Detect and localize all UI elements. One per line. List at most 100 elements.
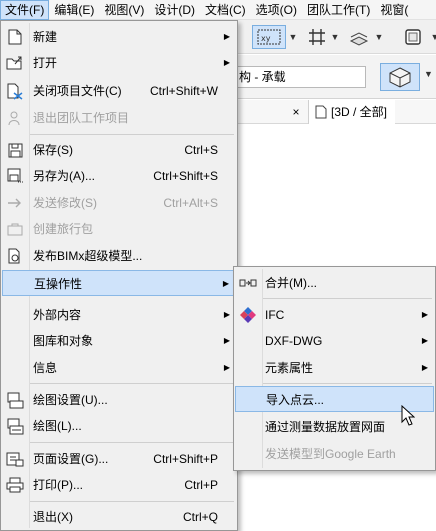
menu-item-label: 绘图(L)... [33,419,82,433]
info-box: 构 - 承载 ▼ [236,55,436,99]
menu-item-element-properties[interactable]: 元素属性 ▶ [235,355,434,381]
menu-item-label: 信息 [33,361,58,375]
menu-item-save-as[interactable]: 另存为(A)... Ctrl+Shift+S [2,163,236,189]
new-file-icon [6,28,24,46]
submenu-arrow-icon: ▶ [223,32,230,41]
menu-item-new[interactable]: 新建 ▶ [2,24,236,50]
send-arrow-icon [6,194,24,212]
view-frame-icon[interactable] [400,25,426,49]
menu-document[interactable]: 文档(C) [200,0,251,20]
menu-item-send-changes: 发送修改(S) Ctrl+Alt+S [2,190,236,216]
submenu-arrow-icon: ▶ [223,336,230,345]
menu-item-label: 保存(S) [33,143,73,157]
menu-options[interactable]: 选项(O) [251,0,302,20]
menu-item-page-setup[interactable]: 页面设置(G)... Ctrl+Shift+P [2,446,236,472]
menu-item-label: DXF-DWG [265,334,323,348]
submenu-arrow-icon: ▶ [421,310,428,319]
menu-item-label: 退出(X) [33,510,73,524]
submenu-arrow-icon: ▶ [223,363,230,372]
menu-item-label: 打开 [33,56,58,70]
menu-edit[interactable]: 编辑(E) [49,0,99,20]
bimx-icon [6,247,24,265]
menu-window[interactable]: 视窗( [375,0,413,20]
grid-snap-button[interactable]: xy [252,25,286,49]
menu-item-label: 绘图设置(U)... [33,393,108,407]
menu-item-label: 发送修改(S) [33,196,97,210]
menu-item-close-project[interactable]: 关闭项目文件(C) Ctrl+Shift+W [2,78,236,104]
menu-item-send-to-google-earth: 发送模型到Google Earth [235,441,434,467]
3d-view-button[interactable] [380,63,420,91]
menu-item-label: 互操作性 [34,277,83,291]
teamwork-icon [6,109,24,127]
menu-separator [30,442,234,443]
plotter-setup-icon [6,391,24,409]
menu-item-create-travel-pack: 创建旅行包 [2,216,236,242]
save-as-icon [6,167,24,185]
menu-item-plot-setup[interactable]: 绘图设置(U)... [2,387,236,413]
menu-bar: 文件(F) 编辑(E) 视图(V) 设计(D) 文档(C) 选项(O) 团队工作… [0,0,436,20]
menu-separator [30,501,234,502]
toolbar: xy ▼ ▼ ▼ ▼ [236,20,436,54]
grid-xy-icon: xy [257,29,281,45]
menu-item-interoperability[interactable]: 互操作性 ▶ [2,270,236,296]
menu-item-libraries-objects[interactable]: 图库和对象 ▶ [2,328,236,354]
menu-item-label: 外部内容 [33,308,82,322]
submenu-arrow-icon: ▶ [421,336,428,345]
printer-icon [6,476,24,494]
layer-stack-icon[interactable] [346,25,372,49]
open-folder-icon [6,54,24,72]
chevron-down-icon[interactable]: ▼ [330,25,340,49]
menu-item-shortcut: Ctrl+Shift+P [153,452,218,466]
merge-icon [239,274,257,292]
menu-item-label: 图库和对象 [33,334,94,348]
menu-separator [30,134,234,135]
menu-item-plot[interactable]: 绘图(L)... [2,413,236,439]
menu-item-exit[interactable]: 退出(X) Ctrl+Q [2,504,236,530]
menu-item-dxf-dwg[interactable]: DXF-DWG ▶ [235,328,434,354]
menu-item-leave-teamwork: 退出团队工作项目 [2,105,236,131]
menu-separator [30,383,234,384]
menu-item-ifc[interactable]: IFC ▶ [235,302,434,328]
menu-item-info[interactable]: 信息 ▶ [2,355,236,381]
menu-item-shortcut: Ctrl+Q [182,510,218,524]
snap-grid-icon[interactable] [304,25,330,49]
menu-item-shortcut: Ctrl+S [184,143,218,157]
menu-design[interactable]: 设计(D) [149,0,200,20]
menu-item-label: 元素属性 [265,361,314,375]
menu-item-label: 合并(M)... [265,276,317,290]
interoperability-submenu: 合并(M)... IFC ▶ DXF-DWG ▶ 元素属性 ▶ 导入点云... … [233,266,436,471]
tab-3d-view[interactable]: [3D / 全部] [308,100,396,124]
save-icon [6,141,24,159]
submenu-arrow-icon: ▶ [421,363,428,372]
close-icon[interactable]: × [288,100,304,124]
menu-item-label: 发送模型到Google Earth [265,447,396,461]
menu-item-external-content[interactable]: 外部内容 ▶ [2,302,236,328]
submenu-arrow-icon: ▶ [223,310,230,319]
menu-item-open[interactable]: 打开 ▶ [2,50,236,76]
menu-file[interactable]: 文件(F) [0,0,50,20]
menu-item-label: 发布BIMx超级模型... [33,249,143,263]
chevron-down-icon[interactable]: ▼ [430,25,436,49]
menu-item-save[interactable]: 保存(S) Ctrl+S [2,137,236,163]
menu-teamwork[interactable]: 团队工作(T) [302,0,375,20]
menu-item-label: 页面设置(G)... [33,452,109,466]
chevron-down-icon[interactable]: ▼ [288,25,298,49]
mouse-cursor-icon [401,405,415,426]
menu-item-print[interactable]: 打印(P)... Ctrl+P [2,472,236,498]
tab-bar: × [3D / 全部] [236,100,436,124]
menu-view[interactable]: 视图(V) [99,0,149,20]
menu-separator [263,383,432,384]
menu-item-label: 另存为(A)... [33,169,95,183]
menu-item-label: 关闭项目文件(C) [33,84,122,98]
menu-separator [263,298,432,299]
menu-item-label: 创建旅行包 [33,222,94,236]
file-menu: 新建 ▶ 打开 ▶ 关闭项目文件(C) Ctrl+Shift+W 退出团队工作项… [0,20,238,531]
chevron-down-icon[interactable]: ▼ [374,25,384,49]
menu-item-merge[interactable]: 合并(M)... [235,270,434,296]
plotter-icon [6,417,24,435]
menu-item-publish-bimx[interactable]: 发布BIMx超级模型... [2,243,236,269]
document-icon [315,105,327,119]
menu-item-label: 通过测量数据放置网面 [265,420,386,434]
chevron-down-icon[interactable]: ▼ [424,69,433,79]
layer-combo[interactable]: 构 - 承载 [236,66,366,88]
